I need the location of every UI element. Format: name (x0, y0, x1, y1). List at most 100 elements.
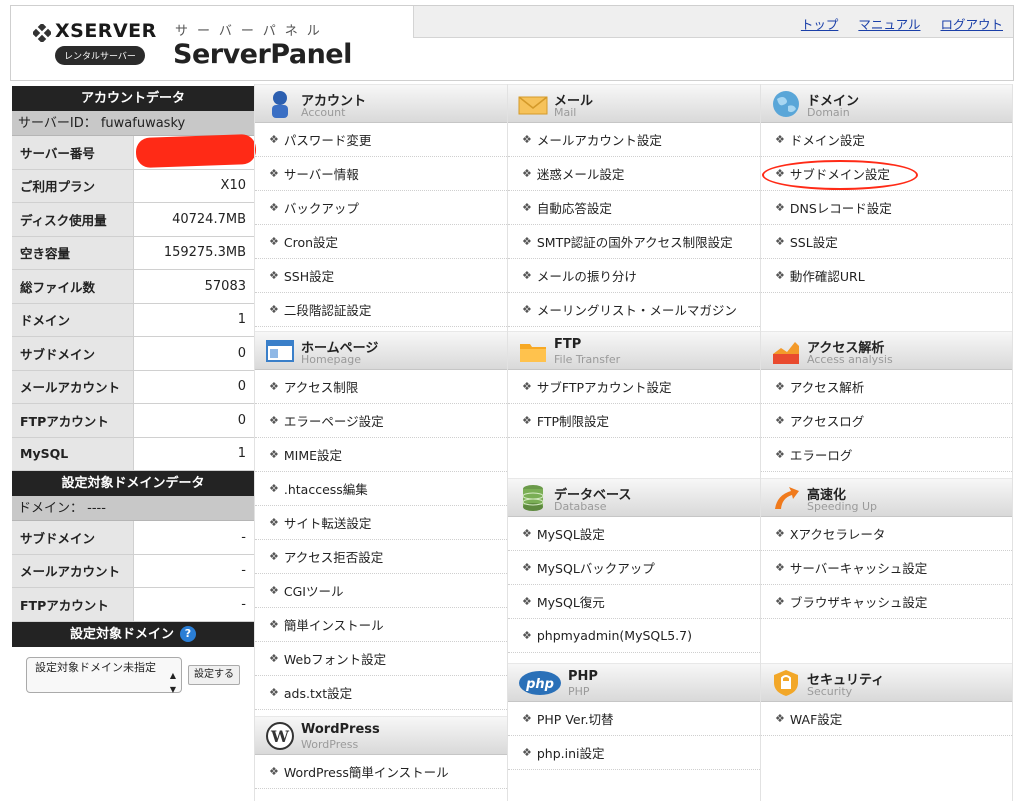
menu-item-access[interactable]: ❖ アクセスログ (761, 404, 1012, 438)
menu-item-label: サブFTPアカウント設定 (536, 380, 672, 395)
manual-link[interactable]: マニュアル (858, 17, 920, 32)
menu-item-label: SSL設定 (789, 235, 838, 250)
menu-item-domain[interactable]: ❖ SSL設定 (761, 225, 1012, 259)
arrow-icon: ❖ (269, 686, 279, 699)
stat-value: 40724.7MB (134, 203, 254, 236)
logout-link[interactable]: ログアウト (940, 17, 1003, 32)
arrow-icon: ❖ (269, 269, 279, 282)
lock-shield-icon (774, 670, 798, 696)
domain-select[interactable]: 設定対象ドメイン未指定 ▲ ▼ (26, 656, 182, 694)
menu-item-label: ドメイン設定 (789, 133, 865, 148)
menu-item-homepage[interactable]: ❖ Webフォント設定 (255, 642, 507, 676)
arrow-icon: ❖ (269, 482, 279, 495)
stat-row: サブドメイン 0 (12, 337, 254, 371)
section-subtitle: Database (554, 500, 607, 513)
stat-label: 空き容量 (12, 236, 134, 269)
menu-item-label: ブラウザキャッシュ設定 (789, 595, 928, 610)
menu-item-mail[interactable]: ❖ メールアカウント設定 (508, 123, 760, 157)
stat-row: サブドメイン - (12, 521, 254, 555)
top-link[interactable]: トップ (801, 17, 839, 32)
menu-item-label: 自動応答設定 (536, 201, 612, 216)
help-icon[interactable]: ? (180, 626, 196, 642)
menu-item-database[interactable]: ❖ MySQL復元 (508, 585, 760, 619)
menu-item-homepage[interactable]: ❖ .htaccess編集 (255, 472, 507, 506)
menu-item-mail[interactable]: ❖ SMTP認証の国外アクセス制限設定 (508, 225, 760, 259)
menu-item-php[interactable]: ❖ PHP Ver.切替 (508, 702, 760, 736)
menu-item-label: サイト転送設定 (283, 516, 372, 531)
menu-item-account[interactable]: ❖ サーバー情報 (255, 157, 507, 191)
menu-item-wordpress[interactable]: ❖ WordPress簡単インストール (255, 755, 507, 789)
menu-item-speed[interactable]: ❖ ブラウザキャッシュ設定 (761, 585, 1012, 619)
menu-item-homepage[interactable]: ❖ ads.txt設定 (255, 676, 507, 710)
globe-icon (773, 91, 799, 117)
arrow-icon: ❖ (269, 550, 279, 563)
section-wordpress: W WordPress WordPress (255, 716, 507, 755)
arrow-icon: ❖ (775, 414, 785, 427)
section-php: php PHP PHP (508, 663, 760, 702)
arrow-icon: ❖ (775, 448, 785, 461)
menu-item-database[interactable]: ❖ MySQL設定 (508, 517, 760, 551)
menu-item-label: アクセス拒否設定 (283, 550, 384, 565)
menu-item-security[interactable]: ❖ WAF設定 (761, 702, 1012, 736)
menu-item-homepage[interactable]: ❖ アクセス制限 (255, 370, 507, 404)
menu-item-database[interactable]: ❖ phpmyadmin(MySQL5.7) (508, 619, 760, 653)
menu-item-account[interactable]: ❖ バックアップ (255, 191, 507, 225)
database-icon (522, 485, 544, 511)
menu-item-access[interactable]: ❖ エラーログ (761, 438, 1012, 472)
target-domain-title: 設定対象ドメイン? (12, 621, 254, 647)
arrow-icon: ❖ (775, 235, 785, 248)
set-domain-button[interactable]: 設定する (188, 664, 240, 685)
menu-item-label: メーリングリスト・メールマガジン (536, 303, 737, 318)
menu-item-domain[interactable]: ❖ ドメイン設定 (761, 123, 1012, 157)
menu-item-account[interactable]: ❖ Cron設定 (255, 225, 507, 259)
menu-item-account[interactable]: ❖ パスワード変更 (255, 123, 507, 157)
menu-item-label: エラーページ設定 (283, 414, 384, 429)
menu-item-label: アクセス制限 (283, 380, 359, 395)
arrow-icon: ❖ (269, 516, 279, 529)
menu-item-mail[interactable]: ❖ メールの振り分け (508, 259, 760, 293)
menu-item-homepage[interactable]: ❖ アクセス拒否設定 (255, 540, 507, 574)
menu-item-homepage[interactable]: ❖ サイト転送設定 (255, 506, 507, 540)
section-subtitle: Domain (807, 106, 850, 119)
column-right: ドメイン Domain ❖ ドメイン設定 ❖ サブドメイン設定 ❖ DNSレコード設定 ❖ S… (760, 84, 1013, 801)
arrow-icon: ❖ (269, 618, 279, 631)
logo-area[interactable]: XSERVER レンタルサーバー サーバーパネル ServerPanel (11, 6, 413, 82)
menu-item-label: エラーログ (789, 448, 853, 463)
ftp-folder-icon (520, 344, 546, 362)
menu-item-speed[interactable]: ❖ サーバーキャッシュ設定 (761, 551, 1012, 585)
arrow-icon: ❖ (522, 167, 532, 180)
section-speed: 高速化 Speeding Up (761, 478, 1012, 517)
menu-item-mail[interactable]: ❖ メーリングリスト・メールマガジン (508, 293, 760, 327)
account-stats: サーバー番号 ご利用プラン X10 ディスク使用量 40724.7MB 空き容量 15927… (12, 136, 254, 471)
menu-item-account[interactable]: ❖ SSH設定 (255, 259, 507, 293)
menu-item-homepage[interactable]: ❖ MIME設定 (255, 438, 507, 472)
menu-item-homepage[interactable]: ❖ CGIツール (255, 574, 507, 608)
menu-item-domain[interactable]: ❖ 動作確認URL (761, 259, 1012, 293)
menu-item-label: phpmyadmin(MySQL5.7) (536, 628, 692, 643)
section-subtitle: Account (301, 106, 346, 119)
menu-item-mail[interactable]: ❖ 迷惑メール設定 (508, 157, 760, 191)
menu-item-php[interactable]: ❖ php.ini設定 (508, 736, 760, 770)
mail-icon (518, 96, 548, 115)
menu-item-speed[interactable]: ❖ Xアクセラレータ (761, 517, 1012, 551)
menu-item-ftp[interactable]: ❖ FTP制限設定 (508, 404, 760, 438)
menu-item-ftp[interactable]: ❖ サブFTPアカウント設定 (508, 370, 760, 404)
column-middle: メール Mail ❖ メールアカウント設定 ❖ 迷惑メール設定 ❖ 自動応答設定 ❖ SMTP… (507, 84, 760, 801)
arrow-icon: ❖ (269, 303, 279, 316)
menu-item-homepage[interactable]: ❖ エラーページ設定 (255, 404, 507, 438)
menu-item-database[interactable]: ❖ MySQLバックアップ (508, 551, 760, 585)
menu-item-label: メールアカウント設定 (536, 133, 662, 148)
arrow-icon: ❖ (269, 652, 279, 665)
menu-item-account[interactable]: ❖ 二段階認証設定 (255, 293, 507, 327)
stat-value: 0 (134, 404, 254, 437)
menu-item-homepage[interactable]: ❖ 簡単インストール (255, 608, 507, 642)
stat-value: 0 (134, 337, 254, 370)
menu-item-access[interactable]: ❖ アクセス解析 (761, 370, 1012, 404)
menu-item-domain[interactable]: ❖ DNSレコード設定 (761, 191, 1012, 225)
section-subtitle: Access analysis (807, 353, 893, 366)
menu-item-mail[interactable]: ❖ 自動応答設定 (508, 191, 760, 225)
php-icon: php (519, 671, 561, 695)
stat-row: 総ファイル数 57083 (12, 270, 254, 304)
homepage-icon (266, 340, 294, 362)
arrow-icon: ❖ (269, 584, 279, 597)
